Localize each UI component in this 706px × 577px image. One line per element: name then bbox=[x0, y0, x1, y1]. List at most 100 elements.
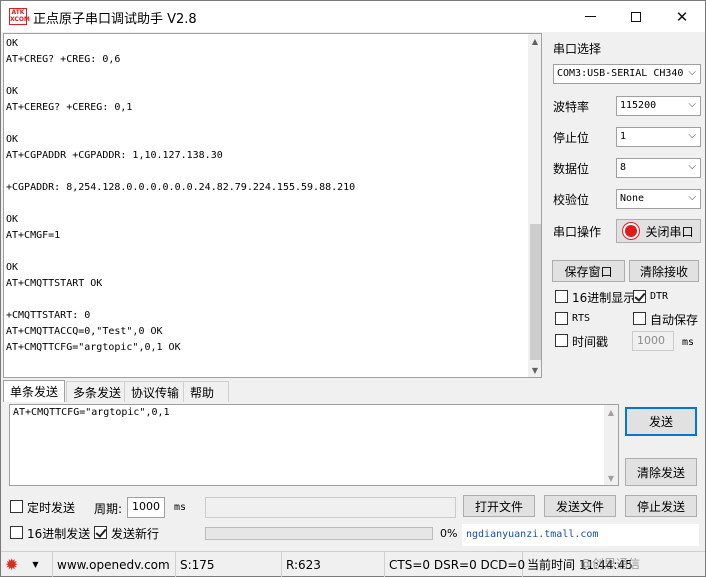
website-link[interactable]: www.openedv.com bbox=[53, 552, 176, 577]
maximize-button[interactable] bbox=[613, 1, 659, 32]
dtr-checkbox[interactable] bbox=[633, 290, 646, 303]
hex-display-label: 16进制显示 bbox=[572, 291, 636, 305]
open-file-button[interactable]: 打开文件 bbox=[463, 495, 535, 517]
scroll-thumb[interactable] bbox=[530, 224, 541, 360]
stopbits-label: 停止位 bbox=[553, 131, 590, 145]
stopbits-select-value: 1 bbox=[620, 131, 627, 142]
dtr-label: DTR bbox=[650, 291, 669, 302]
timestamp-unit: ms bbox=[682, 337, 695, 348]
receive-line bbox=[6, 244, 526, 260]
databits-select-value: 8 bbox=[620, 162, 627, 173]
tab-help[interactable]: 帮助 bbox=[183, 381, 229, 402]
receive-line bbox=[6, 68, 526, 84]
scroll-up-icon[interactable]: ▲ bbox=[604, 405, 618, 419]
receive-line: +CGPADDR: 8,254.128.0.0.0.0.0.0.24.82.79… bbox=[6, 182, 356, 193]
file-path-input[interactable] bbox=[205, 497, 456, 518]
auto-save-label: 自动保存 bbox=[650, 313, 699, 327]
hex-send-checkbox[interactable] bbox=[10, 526, 23, 539]
scroll-up-icon[interactable]: ▲ bbox=[528, 34, 541, 48]
receive-line: AT+CEREG? +CEREG: 0,1 bbox=[6, 102, 133, 113]
send-newline-label: 发送新行 bbox=[111, 527, 160, 541]
send-progress-bar bbox=[205, 527, 433, 540]
period-label: 周期: bbox=[94, 502, 123, 516]
timestamp-interval-input[interactable]: 1000 bbox=[632, 331, 674, 351]
timestamp-label: 时间戳 bbox=[572, 335, 609, 349]
title-bar: ATK XCOM 正点原子串口调试助手 V2.8 ✕ bbox=[1, 1, 705, 32]
receive-line: OK bbox=[6, 214, 19, 225]
send-file-button[interactable]: 发送文件 bbox=[544, 495, 616, 517]
rts-checkbox[interactable] bbox=[555, 312, 568, 325]
minimize-icon bbox=[584, 16, 596, 17]
chevron-down-icon: ⌵ bbox=[688, 99, 696, 110]
rts-label: RTS bbox=[572, 313, 591, 324]
port-select[interactable]: COM3:USB-SERIAL CH340 ⌵ bbox=[553, 64, 701, 84]
baud-label: 波特率 bbox=[553, 100, 590, 114]
stop-send-button[interactable]: 停止发送 bbox=[625, 495, 697, 517]
minimize-button[interactable] bbox=[567, 1, 613, 32]
parity-select[interactable]: None ⌵ bbox=[616, 189, 701, 209]
port-select-value: COM3:USB-SERIAL CH340 bbox=[557, 68, 684, 79]
tab-protocol[interactable]: 协议传输 bbox=[124, 381, 187, 402]
dropdown-arrow-icon: ▼ bbox=[32, 560, 39, 569]
send-newline-checkbox[interactable] bbox=[94, 526, 107, 539]
chevron-down-icon: ⌵ bbox=[686, 67, 696, 78]
received-count: R:623 bbox=[282, 552, 385, 577]
period-input[interactable]: 1000 bbox=[127, 497, 165, 518]
databits-select[interactable]: 8 ⌵ bbox=[616, 158, 701, 178]
send-text: AT+CMQTTCFG="argtopic",0,1 bbox=[13, 407, 170, 418]
serial-op-label: 串口操作 bbox=[553, 225, 602, 239]
app-window: ATK XCOM 正点原子串口调试助手 V2.8 ✕ OK AT+CREG? +C… bbox=[0, 0, 706, 577]
clear-receive-button[interactable]: 清除接收 bbox=[629, 260, 699, 282]
modem-signals: CTS=0 DSR=0 DCD=0 bbox=[385, 552, 525, 577]
databits-label: 数据位 bbox=[553, 162, 590, 176]
tab-single-send[interactable]: 单条发送 bbox=[3, 380, 66, 402]
receive-line: AT+CMQTTSTART OK bbox=[6, 278, 103, 289]
hex-send-label: 16进制发送 bbox=[27, 527, 91, 541]
settings-menu[interactable]: ✹ ▼ bbox=[1, 552, 53, 577]
timed-send-label: 定时发送 bbox=[27, 501, 76, 515]
receive-scrollbar[interactable]: ▲ ▼ bbox=[528, 34, 541, 377]
scroll-down-icon[interactable]: ▼ bbox=[604, 471, 618, 485]
close-icon: ✕ bbox=[675, 7, 689, 26]
scroll-down-icon[interactable]: ▼ bbox=[528, 363, 541, 377]
tab-multi-send[interactable]: 多条发送 bbox=[66, 381, 129, 402]
progress-percent: 0% bbox=[440, 527, 458, 540]
store-link[interactable]: ngdianyuanzi.tmall.com bbox=[462, 524, 699, 546]
gear-icon: ✹ bbox=[5, 555, 19, 574]
close-port-label: 关闭串口 bbox=[645, 224, 694, 239]
save-window-button[interactable]: 保存窗口 bbox=[552, 260, 625, 282]
receive-line: AT+CMQTTACCQ=0,"Test",0 OK bbox=[6, 326, 163, 337]
timestamp-checkbox[interactable] bbox=[555, 334, 568, 347]
clear-send-button[interactable]: 清除发送 bbox=[625, 458, 697, 486]
baud-select-value: 115200 bbox=[620, 100, 657, 111]
watermark-text: @创思通信 bbox=[580, 557, 641, 571]
send-button[interactable]: 发送 bbox=[625, 407, 697, 436]
close-button[interactable]: ✕ bbox=[659, 1, 705, 32]
receive-line: OK bbox=[6, 86, 19, 97]
receive-area[interactable]: OK AT+CREG? +CREG: 0,6 OK AT+CEREG? +CEREG:… bbox=[3, 33, 542, 378]
receive-line: OK bbox=[6, 38, 19, 49]
parity-select-value: None bbox=[620, 193, 645, 204]
icon-text-line1: ATK bbox=[11, 9, 25, 16]
maximize-icon bbox=[631, 11, 641, 22]
receive-line bbox=[6, 164, 526, 180]
period-unit: ms bbox=[174, 502, 187, 513]
stopbits-select[interactable]: 1 ⌵ bbox=[616, 127, 701, 147]
chevron-down-icon: ⌵ bbox=[688, 161, 696, 172]
record-icon bbox=[623, 223, 640, 239]
close-port-button[interactable]: 关闭串口 bbox=[616, 219, 701, 243]
auto-save-checkbox[interactable] bbox=[633, 312, 646, 325]
timed-send-checkbox[interactable] bbox=[10, 500, 23, 513]
baud-select[interactable]: 115200 ⌵ bbox=[616, 96, 701, 116]
send-input[interactable]: AT+CMQTTCFG="argtopic",0,1 ▲ ▼ bbox=[9, 404, 619, 486]
receive-line bbox=[6, 116, 526, 132]
parity-label: 校验位 bbox=[553, 193, 590, 207]
chevron-down-icon: ⌵ bbox=[688, 130, 696, 141]
hex-display-checkbox[interactable] bbox=[555, 290, 568, 303]
window-title: 正点原子串口调试助手 V2.8 bbox=[33, 12, 197, 27]
receive-line bbox=[6, 196, 526, 212]
receive-line: OK bbox=[6, 134, 19, 145]
chevron-down-icon: ⌵ bbox=[688, 192, 696, 203]
receive-text: OK AT+CREG? +CREG: 0,6 OK AT+CEREG? +CEREG:… bbox=[6, 36, 526, 356]
send-scrollbar[interactable]: ▲ ▼ bbox=[604, 405, 618, 485]
